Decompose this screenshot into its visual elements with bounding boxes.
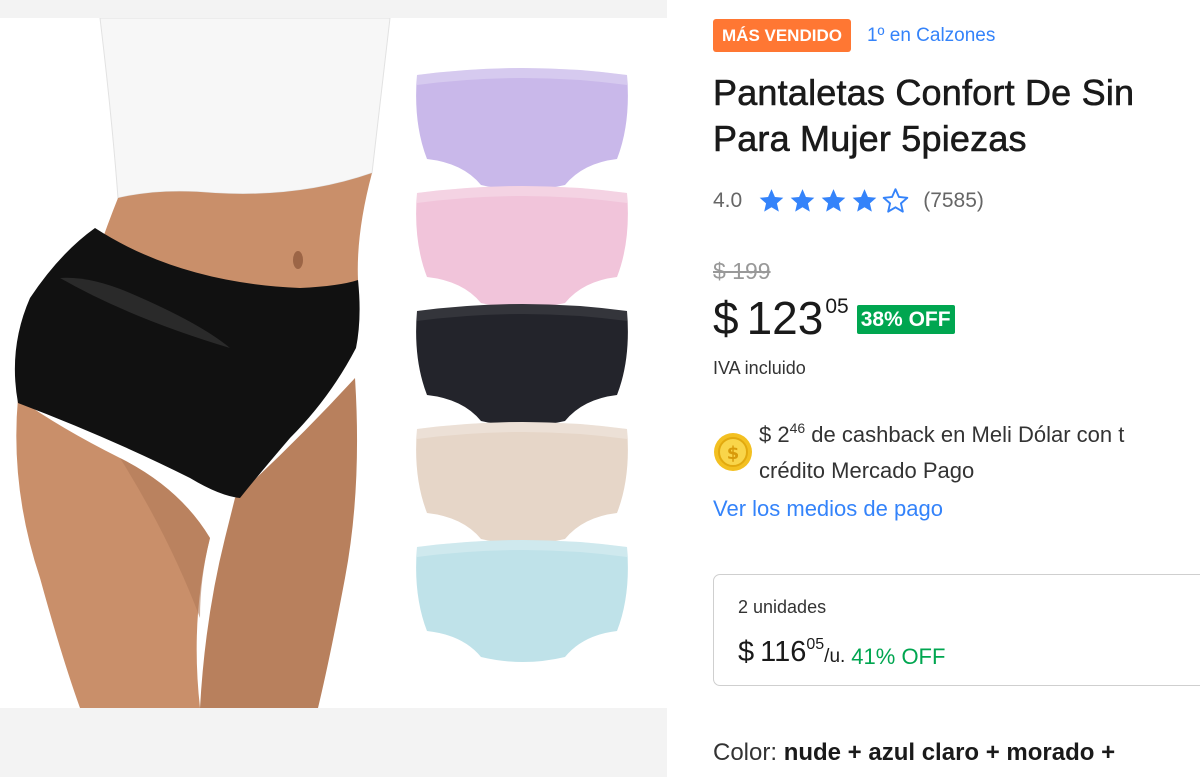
product-page: MÁS VENDIDO 1º en Calzones Pantaletas Co… (0, 0, 1200, 777)
star-empty-icon (882, 188, 909, 213)
color-selector[interactable]: Color: nude + azul claro + morado + (713, 739, 1115, 767)
category-rank-link[interactable]: 1º en Calzones (867, 25, 995, 47)
model-photo (14, 18, 391, 708)
review-count: (7585) (923, 189, 984, 212)
cashback-amount: $ 2 (759, 422, 790, 447)
main-product-image[interactable] (0, 18, 667, 708)
product-title-line-2: Para Mujer 5piezas (713, 118, 1027, 160)
current-price: $ 123 05 38% OFF (713, 292, 955, 344)
variant-nude (416, 422, 628, 544)
product-title: Pantaletas Confort De Sin Para Mujer 5pi… (713, 70, 1135, 162)
best-seller-row: MÁS VENDIDO 1º en Calzones (713, 19, 995, 52)
product-title-line-1: Pantaletas Confort De Sin (713, 72, 1135, 114)
bulk-price-integer: 116 (760, 636, 807, 668)
bulk-price-currency: $ (738, 636, 755, 668)
star-full-icon (759, 189, 784, 212)
cashback-info: $ $ 246 de cashback en Meli Dólar con t … (713, 418, 1200, 484)
color-label: Color: (713, 739, 784, 766)
variant-light-blue (416, 540, 628, 662)
product-gallery (0, 0, 667, 777)
rating-value: 4.0 (713, 189, 743, 212)
bulk-per-unit: /u. (824, 646, 846, 667)
discount-badge: 38% OFF (856, 305, 955, 334)
price-cents: 05 (825, 295, 849, 318)
bulk-price-cents: 05 (806, 636, 825, 653)
rating-summary[interactable]: 4.0 (7585) (713, 186, 984, 216)
bulk-discount: 41% OFF (851, 644, 946, 669)
cashback-text: $ 246 de cashback en Meli Dólar con t cr… (759, 418, 1124, 487)
variant-black (416, 304, 628, 426)
color-value: nude + azul claro + morado + (783, 739, 1116, 766)
variant-pink (416, 186, 628, 308)
meli-dolar-coin-icon: $ (714, 433, 752, 471)
bulk-units: 2 unidades (738, 597, 827, 617)
product-info: MÁS VENDIDO 1º en Calzones Pantaletas Co… (713, 0, 1200, 777)
bulk-offer-card[interactable]: 2 unidades $ 116 05 /u. 41% OFF (713, 574, 1200, 686)
cashback-line-2: crédito Mercado Pago (759, 458, 975, 483)
star-full-icon (821, 189, 846, 212)
color-variants-stack (405, 63, 640, 708)
cashback-cents: 46 (789, 420, 806, 436)
svg-text:$: $ (727, 443, 740, 464)
bulk-price: $ 116 05 /u. 41% OFF (738, 635, 945, 670)
cashback-line-1: de cashback en Meli Dólar con t (805, 422, 1125, 447)
star-full-icon (790, 189, 815, 212)
tax-note: IVA incluido (713, 358, 806, 378)
rating-stars (756, 188, 911, 214)
star-full-icon (852, 189, 877, 212)
price-currency: $ (713, 292, 739, 344)
original-price: $ 199 (713, 258, 771, 284)
price-integer: 123 (746, 292, 824, 344)
variant-lilac (416, 68, 628, 190)
best-seller-badge: MÁS VENDIDO (713, 19, 851, 52)
payment-methods-link[interactable]: Ver los medios de pago (713, 496, 943, 522)
